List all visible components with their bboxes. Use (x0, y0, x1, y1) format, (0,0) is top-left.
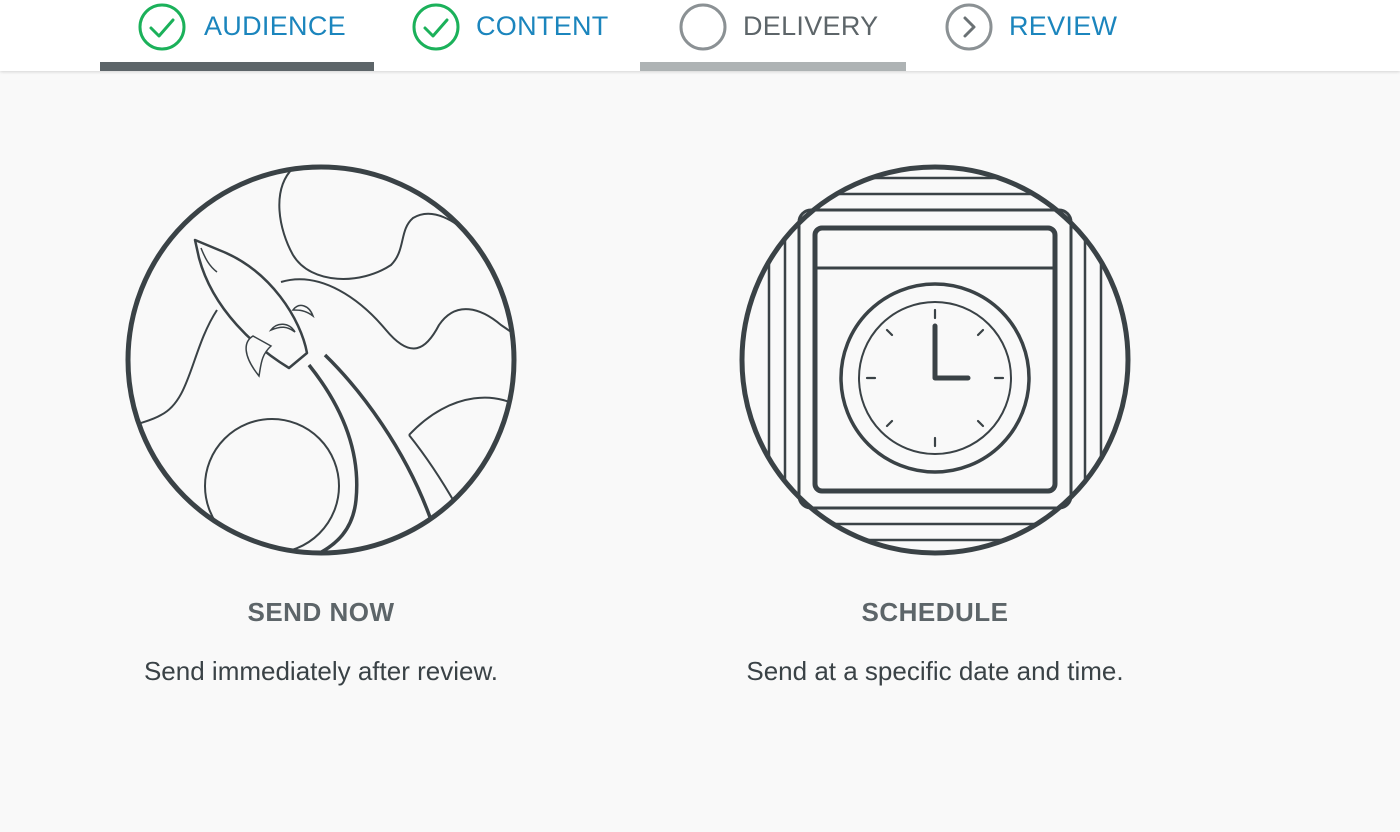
send-now-option[interactable]: SEND NOW Send immediately after review. (21, 160, 621, 700)
step-audience[interactable]: AUDIENCE (100, 0, 374, 71)
schedule-title: SCHEDULE (861, 597, 1009, 627)
schedule-description: Send at a specific date and time. (746, 656, 1124, 686)
send-now-description: Send immediately after review. (143, 656, 499, 686)
check-circle-icon (412, 3, 460, 51)
calendar-clock-icon (739, 164, 1131, 556)
schedule-option[interactable]: SCHEDULE Send at a specific date and tim… (635, 160, 1235, 700)
step-review-label: REVIEW (1009, 11, 1118, 41)
step-audience-label: AUDIENCE (204, 11, 346, 41)
wizard-stepper: AUDIENCE CONTENT DELIVERY REVIEW (0, 0, 1400, 71)
chevron-right-circle-icon (945, 3, 993, 51)
step-delivery-label: DELIVERY (743, 11, 879, 41)
step-review[interactable]: REVIEW (906, 0, 1136, 71)
send-now-title: SEND NOW (247, 597, 395, 627)
check-circle-icon (138, 3, 186, 51)
step-delivery-indicator (640, 62, 906, 71)
rocket-icon (125, 164, 517, 556)
step-content[interactable]: CONTENT (374, 0, 640, 71)
step-audience-indicator (100, 62, 374, 71)
step-delivery[interactable]: DELIVERY (640, 0, 906, 71)
step-content-label: CONTENT (476, 11, 609, 41)
empty-circle-icon (679, 3, 727, 51)
